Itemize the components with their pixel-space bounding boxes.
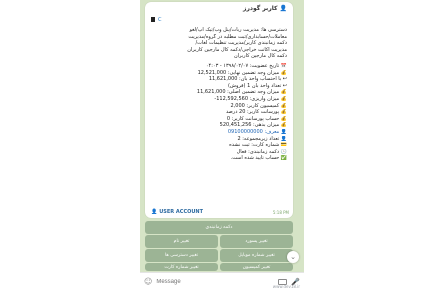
user-icon: 👤 — [279, 5, 287, 12]
btn-change-commission[interactable]: تغییر کمیسیون — [220, 263, 293, 271]
message-line: 💰 میزان وجه تضمین نهایی: 12,521,000 — [151, 70, 287, 77]
message-line: دکمه کال مارجین کاربران — [151, 53, 287, 60]
message-line: دسترسی ها: مدیریت ربات/پنل وب/تیک آپ/لغو — [151, 27, 287, 34]
bubble-title: 👤 کاربر گودرز — [151, 4, 287, 13]
phone-code[interactable]: C — [158, 17, 162, 23]
scroll-down-button[interactable]: ⌄ — [287, 251, 299, 263]
phone-icon — [151, 17, 155, 22]
message-line-text: میزان وجه تضمین نهایی: 12,521,000 — [197, 69, 280, 76]
line-icon: 💰 — [279, 109, 287, 116]
message-line: ↩ تعداد واحد بان 1 (فروش) — [151, 83, 287, 90]
message-line-text: میزان واریزی: 112,592,560- — [214, 95, 280, 102]
line-icon: 💰 — [279, 115, 287, 122]
btn-change-card[interactable]: تغییر شماره کارت — [145, 263, 218, 271]
message-line: معاملات/حسابداری/ثبت مطلبه در گروه/مدیری… — [151, 34, 287, 41]
message-line: 👤 تعداد زیرمجموعه: 2 — [151, 136, 287, 143]
message-line: 🕒 دکمه زمانبندی: فعال — [151, 149, 287, 156]
message-line-text: دکمه زمانبندی کاربر/مدیریت تنظیمات لغات/ — [195, 40, 288, 47]
line-icon: 👤 — [279, 128, 287, 135]
bubble-title-text: کاربر گودرز — [243, 5, 278, 12]
btn-schedule[interactable]: دکمه زمانبندی — [145, 221, 293, 234]
emoji-icon[interactable]: ☺ — [144, 277, 152, 286]
btn-change-access[interactable]: تغییر دسترسی ها — [145, 249, 218, 262]
user-account-label: 👤 USER ACCOUNT — [151, 209, 204, 215]
message-line-text: میزان بدهی: 520,451,256 — [219, 122, 280, 129]
message-line-text: دکمه کال مارجین کاربران — [233, 53, 287, 60]
message-line-text: تعداد زیرمجموعه: 2 — [237, 135, 280, 142]
message-line-text: تعداد واحد بان 1 (فروش) — [227, 82, 282, 89]
chevron-down-icon: ⌄ — [290, 253, 296, 261]
line-icon: 💰 — [279, 69, 287, 76]
message-line: مدیریت اکانت خراجی/دکمه کال مارجین کاربر… — [151, 47, 287, 54]
message-line: دکمه زمانبندی کاربر/مدیریت تنظیمات لغات/ — [151, 40, 288, 47]
line-icon: 💰 — [279, 102, 287, 109]
line-icon: 🕒 — [279, 148, 287, 155]
btn-change-name[interactable]: تغییر نام — [145, 235, 218, 248]
message-line: ↩ با احتساب واحد بان: 11,621,000 — [151, 76, 287, 83]
message-bubble: 👤 کاربر گودرز C دسترسی ها: مدیریت ربات/پ… — [145, 2, 293, 218]
message-line: 📅 تاریخ عضویت: ۱۳۹۸/۰۲/۰۷ - ۰۴:۰۳ — [151, 63, 287, 70]
message-input[interactable] — [156, 278, 275, 285]
message-line-text: مدیریت اکانت خراجی/دکمه کال مارجین کاربر… — [187, 46, 287, 53]
message-line: 💰 کمیسیون کاربر: 2,000 — [151, 102, 288, 110]
watermark: www.dev18.ir — [272, 284, 300, 289]
message-line: 💰 میزان بدهی: 520,451,256 — [151, 122, 287, 129]
message-line: 💰 میزان وجه تضمین اصلی: 11,621,000 — [151, 89, 287, 96]
phone-row: C — [151, 15, 287, 24]
message-line: 💰 پورسانت کاربر: 20 درصد — [151, 109, 287, 116]
message-line: 💳 شماره کارت: ثبت نشده — [151, 142, 287, 149]
line-icon: 👤 — [279, 135, 287, 142]
message-line: 💰 حساب پورسانت کاربر: 0 — [151, 116, 287, 123]
message-time: 5:18 PM — [272, 210, 289, 215]
message-line-text: معاملات/حسابداری/ثبت مطلبه در گروه/مدیری… — [188, 33, 287, 40]
line-icon: 💰 — [279, 95, 287, 102]
message-line-text: دسترسی ها: مدیریت ربات/پنل وب/تیک آپ/لغو — [189, 27, 287, 33]
line-icon: ✅ — [279, 155, 287, 162]
btn-change-password[interactable]: تغییر پسورد — [220, 235, 293, 248]
message-line: ✅ حساب تایید شده است. — [151, 155, 287, 162]
message-line-text: حساب تایید شده است. — [230, 155, 280, 162]
message-line-text: حساب پورسانت کاربر: 0 — [226, 115, 280, 122]
reply-keyboard: دکمه زمانبندی تغییر پسورد تغییر نام تغیی… — [145, 221, 293, 271]
message-body: دسترسی ها: مدیریت ربات/پنل وب/تیک آپ/لغو… — [151, 27, 287, 162]
line-icon: ↩ — [281, 76, 287, 83]
line-icon: 💰 — [279, 89, 287, 96]
message-line-text: با احتساب واحد بان: 11,621,000 — [208, 76, 282, 83]
line-icon: 📅 — [279, 62, 287, 69]
message-line-text: دکمه زمانبندی: فعال — [236, 148, 280, 155]
message-line-text: تاریخ عضویت: ۱۳۹۸/۰۲/۰۷ - ۰۴:۰۳ — [205, 62, 280, 69]
btn-change-mobile[interactable]: تغییر شماره موبایل — [220, 249, 293, 262]
account-icon: 👤 — [151, 209, 158, 215]
message-line-text: معرف: 09100000000 — [227, 128, 280, 135]
message-line: 💰 میزان واریزی: 112,592,560- — [151, 96, 287, 103]
line-icon: ↩ — [281, 82, 287, 89]
message-line-text: کمیسیون کاربر: 2,000 — [230, 102, 280, 109]
line-icon: 💰 — [279, 122, 287, 129]
message-line-text: میزان وجه تضمین اصلی: 11,621,000 — [196, 89, 280, 96]
message-line-text: شماره کارت: ثبت نشده — [229, 142, 280, 149]
line-icon: 💳 — [279, 142, 287, 149]
message-line-text: پورسانت کاربر: 20 درصد — [225, 109, 280, 116]
message-line: 👤 معرف: 09100000000 — [151, 129, 287, 136]
